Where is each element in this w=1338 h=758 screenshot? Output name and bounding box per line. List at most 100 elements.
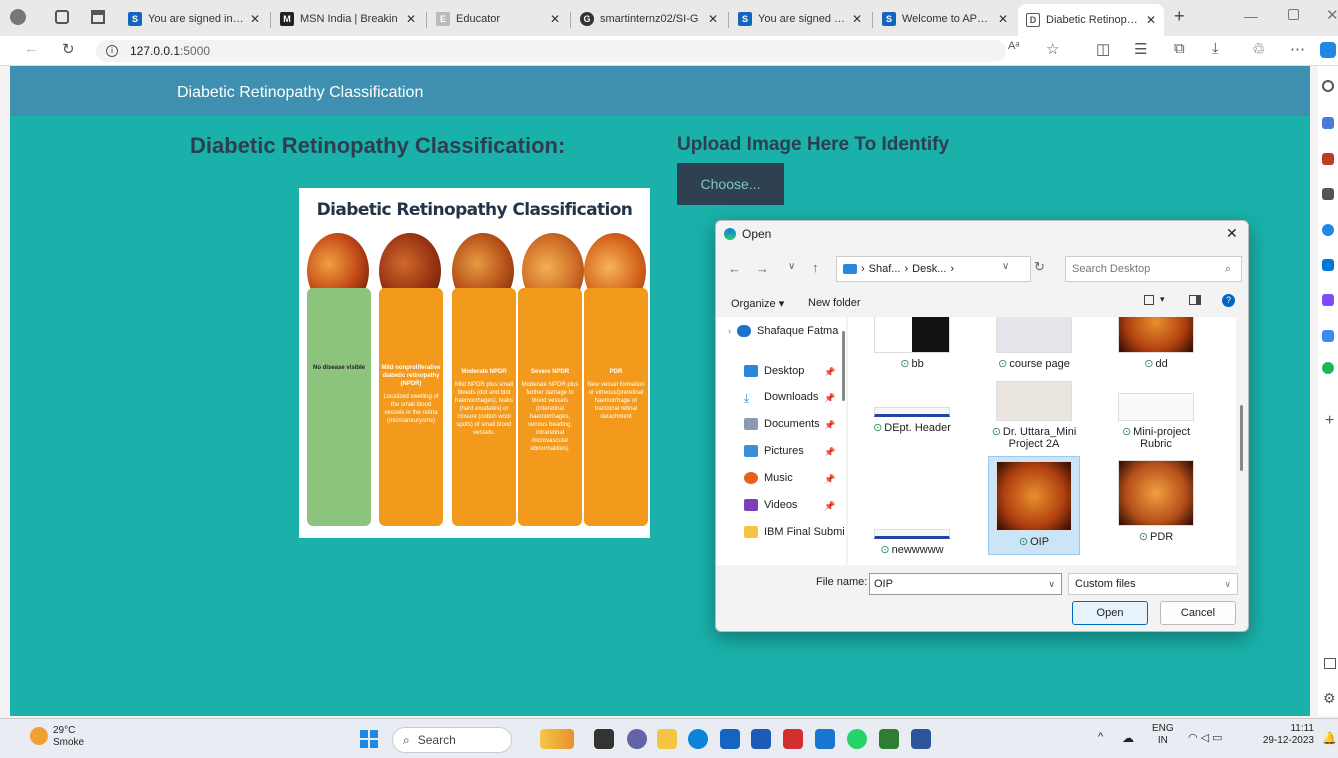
navigation-scrollbar[interactable] bbox=[842, 331, 845, 401]
cancel-button[interactable]: Cancel bbox=[1160, 601, 1236, 625]
tools-icon[interactable] bbox=[1322, 188, 1334, 200]
tab-apsit[interactable]: S Welcome to APSIT ✕ bbox=[874, 6, 1016, 32]
close-icon[interactable]: ✕ bbox=[708, 12, 718, 26]
file-type-select[interactable]: Custom files ∨ bbox=[1068, 573, 1238, 595]
tab-educator[interactable]: E Educator ✕ bbox=[428, 6, 568, 32]
linkedin-icon[interactable] bbox=[751, 729, 771, 749]
restore-icon[interactable] bbox=[1288, 9, 1299, 20]
file-item[interactable]: ⊙ newwwww bbox=[866, 477, 958, 556]
sidebar-item-documents[interactable]: Documents bbox=[744, 418, 820, 430]
close-icon[interactable]: ✕ bbox=[998, 12, 1008, 26]
tab-actions-icon[interactable] bbox=[91, 10, 105, 24]
breadcrumb-item[interactable]: Shaf... bbox=[869, 263, 901, 275]
file-item[interactable]: ⊙ dd bbox=[1110, 317, 1202, 370]
new-folder-button[interactable]: New folder bbox=[808, 297, 861, 309]
sidebar-app-icon[interactable] bbox=[1322, 117, 1334, 129]
more-icon[interactable]: ⋯ bbox=[1290, 40, 1305, 58]
file-item[interactable]: ⊙ Mini-project Rubric bbox=[1110, 381, 1202, 450]
tab-msn[interactable]: M MSN India | Breakin ✕ bbox=[272, 6, 424, 32]
app-icon[interactable] bbox=[815, 729, 835, 749]
sidebar-item-desktop[interactable]: Desktop bbox=[744, 365, 804, 377]
recent-chevron-icon[interactable]: ∨ bbox=[788, 261, 795, 272]
tab-github[interactable]: G smartinternz02/SI-G ✕ bbox=[572, 6, 726, 32]
breadcrumb-item[interactable]: Desk... bbox=[912, 263, 946, 275]
profile-icon[interactable] bbox=[10, 9, 26, 25]
clock[interactable]: 11:11 29-12-2023 bbox=[1254, 723, 1314, 747]
task-view-icon[interactable] bbox=[594, 729, 614, 749]
settings-gear-icon[interactable]: ⚙ bbox=[1323, 690, 1336, 707]
chevron-down-icon[interactable]: ∨ bbox=[1048, 579, 1055, 590]
file-item[interactable]: ⊙ course page bbox=[988, 317, 1080, 370]
refresh-icon[interactable]: ↻ bbox=[1034, 259, 1045, 275]
add-sidebar-app-icon[interactable]: + bbox=[1325, 412, 1334, 430]
sidebar-item-ibm[interactable]: IBM Final Submi bbox=[744, 526, 845, 538]
file-item[interactable]: ⊙ bb bbox=[866, 317, 958, 370]
copilot-icon[interactable] bbox=[1320, 42, 1336, 58]
whatsapp-icon[interactable] bbox=[847, 729, 867, 749]
sidebar-item-music[interactable]: Music bbox=[744, 472, 793, 484]
store-icon[interactable] bbox=[720, 729, 740, 749]
tab-diabetic-retinopathy[interactable]: D Diabetic Retinopath ✕ bbox=[1018, 4, 1164, 36]
organize-button[interactable]: Organize ▾ bbox=[731, 297, 784, 310]
forward-icon[interactable]: → bbox=[756, 261, 769, 276]
file-explorer-icon[interactable] bbox=[657, 729, 677, 749]
open-button[interactable]: Open bbox=[1072, 601, 1148, 625]
preview-pane-icon[interactable] bbox=[1189, 295, 1201, 305]
spotify-icon[interactable] bbox=[1322, 362, 1334, 374]
close-icon[interactable]: ✕ bbox=[406, 12, 416, 26]
sidebar-item-onedrive[interactable]: › Shafaque Fatma bbox=[728, 325, 838, 337]
teams-icon[interactable] bbox=[627, 729, 647, 749]
collections-icon[interactable]: ⧉ bbox=[1174, 40, 1185, 57]
pycharm-icon[interactable] bbox=[879, 729, 899, 749]
weather-icon[interactable] bbox=[30, 727, 48, 745]
help-icon[interactable]: ? bbox=[1222, 294, 1235, 307]
file-item-selected[interactable]: ⊙ OIP bbox=[988, 456, 1080, 555]
tab-signed-in-2[interactable]: S You are signed in as✕ bbox=[730, 6, 870, 32]
weather-widget[interactable]: 29°C Smoke bbox=[53, 725, 84, 749]
path-dropdown-icon[interactable]: ∨ bbox=[1002, 261, 1009, 272]
taskbar-search[interactable]: ⌕ Search bbox=[392, 727, 512, 753]
downloads-icon[interactable]: ⤓ bbox=[1212, 40, 1219, 57]
search-field[interactable]: Search Desktop ⌕ bbox=[1065, 256, 1242, 282]
language-indicator[interactable]: ENG IN bbox=[1152, 723, 1174, 747]
tab-signed-in-1[interactable]: S You are signed in as ✕ bbox=[120, 6, 268, 32]
send-icon[interactable] bbox=[1322, 330, 1334, 342]
up-folder-icon[interactable]: ↑ bbox=[812, 260, 819, 275]
widgets-icon[interactable] bbox=[540, 729, 574, 749]
wifi-volume-battery-icon[interactable]: ◠ ◁ ▭ bbox=[1188, 731, 1223, 744]
search-icon[interactable] bbox=[1322, 80, 1334, 92]
navbar-title[interactable]: Diabetic Retinopathy Classification bbox=[177, 84, 423, 102]
split-screen-icon[interactable]: ◫ bbox=[1096, 40, 1110, 58]
choose-file-button[interactable]: Choose... bbox=[677, 163, 784, 205]
file-item[interactable]: ⊙ Dr. Uttara_Mini Project 2A bbox=[988, 381, 1080, 450]
window-close-icon[interactable]: ✕ bbox=[1326, 6, 1338, 24]
file-item[interactable]: ⊙ PDR bbox=[1110, 460, 1202, 543]
close-icon[interactable]: ✕ bbox=[1146, 13, 1156, 27]
games-icon[interactable] bbox=[1322, 224, 1334, 236]
view-dropdown-icon[interactable]: ▾ bbox=[1160, 294, 1165, 305]
minimize-icon[interactable]: — bbox=[1244, 8, 1258, 24]
workspaces-icon[interactable] bbox=[55, 10, 69, 24]
sidebar-item-pictures[interactable]: Pictures bbox=[744, 445, 804, 457]
designer-icon[interactable] bbox=[1322, 294, 1334, 306]
notification-bell-icon[interactable]: 🔔 bbox=[1322, 731, 1337, 745]
outlook-icon[interactable] bbox=[1322, 259, 1334, 271]
close-icon[interactable]: ✕ bbox=[250, 12, 260, 26]
extensions-icon[interactable]: ♲ bbox=[1252, 40, 1265, 58]
file-list-scrollbar[interactable] bbox=[1240, 405, 1243, 471]
refresh-icon[interactable]: ↻ bbox=[62, 40, 75, 58]
favorites-icon[interactable]: ☰ bbox=[1134, 40, 1147, 58]
shopping-icon[interactable] bbox=[1322, 153, 1334, 165]
url-field[interactable]: i 127.0.0.1:5000 bbox=[96, 40, 1006, 62]
edge-taskbar-icon[interactable] bbox=[688, 729, 708, 749]
close-icon[interactable]: ✕ bbox=[550, 12, 560, 26]
close-icon[interactable]: ✕ bbox=[852, 12, 862, 26]
chevron-up-icon[interactable]: ^ bbox=[1098, 731, 1103, 743]
sidebar-item-videos[interactable]: Videos bbox=[744, 499, 797, 511]
new-tab-icon[interactable]: + bbox=[1174, 6, 1185, 27]
read-aloud-icon[interactable]: Aᵃ bbox=[1008, 40, 1019, 52]
file-item[interactable]: ⊙ DEpt. Header bbox=[866, 381, 958, 434]
onedrive-icon[interactable]: ☁ bbox=[1122, 731, 1134, 745]
back-icon[interactable]: ← bbox=[728, 261, 741, 276]
mcafee-icon[interactable] bbox=[783, 729, 803, 749]
